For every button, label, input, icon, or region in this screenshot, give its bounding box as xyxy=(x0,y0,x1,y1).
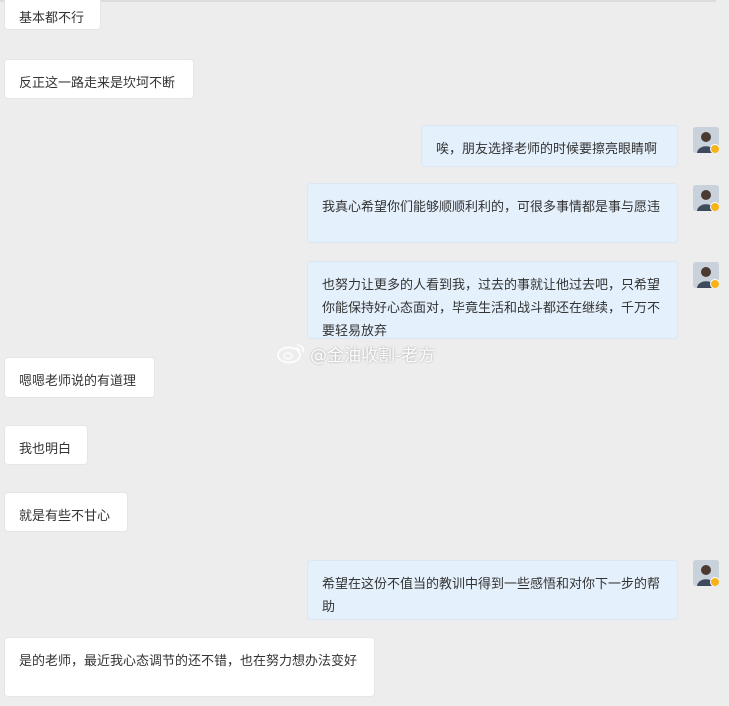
message-text: 也努力让更多的人看到我，过去的事就让他过去吧，只希望你能保持好心态面对，毕竟生活… xyxy=(322,278,661,339)
message-bubble-sent: 唉，朋友选择老师的时候要擦亮眼睛啊 xyxy=(421,125,678,167)
weibo-icon xyxy=(277,344,304,364)
message-bubble-sent: 希望在这份不值当的教训中得到一些感悟和对你下一步的帮助 xyxy=(307,560,678,620)
message-text: 我真心希望你们能够顺顺利利的，可很多事情都是事与愿违 xyxy=(322,200,661,215)
user-avatar-icon[interactable] xyxy=(693,127,719,153)
message-text: 就是有些不甘心 xyxy=(19,509,111,524)
message-bubble-received: 反正这一路走来是坎坷不断 xyxy=(4,59,194,99)
message-text: 是的老师，最近我心态调节的还不错，也在努力想办法变好 xyxy=(19,654,358,669)
user-avatar-icon[interactable] xyxy=(693,560,719,586)
user-avatar-icon[interactable] xyxy=(693,185,719,211)
message-bubble-received: 嗯嗯老师说的有道理 xyxy=(4,357,155,398)
message-bubble-received: 是的老师，最近我心态调节的还不错，也在努力想办法变好 xyxy=(4,637,375,697)
message-bubble-sent: 也努力让更多的人看到我，过去的事就让他过去吧，只希望你能保持好心态面对，毕竟生活… xyxy=(307,261,678,339)
verified-badge-icon xyxy=(710,144,719,153)
watermark-text: @金油收割-老方 xyxy=(310,345,436,366)
watermark: @金油收割-老方 xyxy=(276,341,436,366)
verified-badge-icon xyxy=(710,279,719,288)
message-bubble-received: 就是有些不甘心 xyxy=(4,492,128,532)
top-divider xyxy=(0,0,716,2)
message-bubble-received: 基本都不行 xyxy=(4,0,101,30)
message-text: 嗯嗯老师说的有道理 xyxy=(19,374,137,389)
message-text: 唉，朋友选择老师的时候要擦亮眼睛啊 xyxy=(436,142,658,157)
message-text: 我也明白 xyxy=(19,442,72,457)
verified-badge-icon xyxy=(710,577,719,586)
message-bubble-sent: 我真心希望你们能够顺顺利利的，可很多事情都是事与愿违 xyxy=(307,183,678,243)
user-avatar-icon[interactable] xyxy=(693,262,719,288)
message-bubble-received: 我也明白 xyxy=(4,425,88,465)
message-text: 反正这一路走来是坎坷不断 xyxy=(19,76,176,91)
message-text: 基本都不行 xyxy=(19,11,85,26)
message-text: 希望在这份不值当的教训中得到一些感悟和对你下一步的帮助 xyxy=(322,577,661,615)
verified-badge-icon xyxy=(710,202,719,211)
